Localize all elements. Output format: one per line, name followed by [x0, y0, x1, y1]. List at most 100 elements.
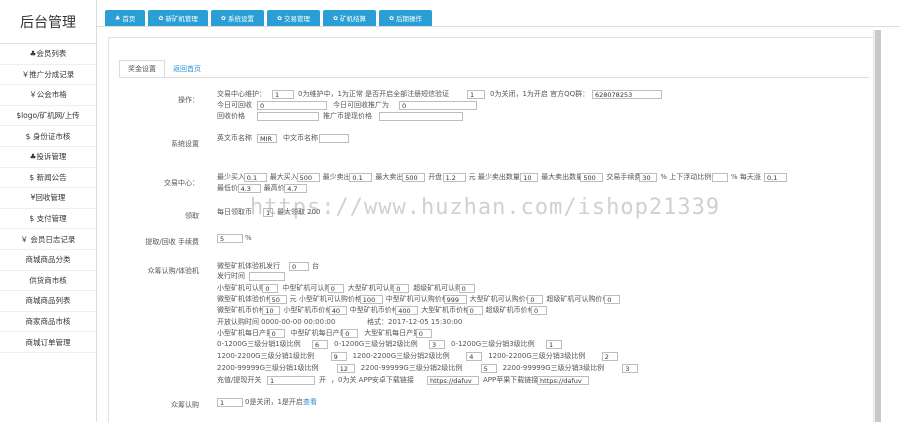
text-input[interactable]: [257, 112, 319, 121]
field-label: 微型矿机体验机发行: [217, 262, 280, 270]
text-input[interactable]: [393, 284, 410, 293]
field-label: 今日可回收: [217, 101, 252, 109]
text-input[interactable]: [531, 306, 547, 315]
text-input[interactable]: [342, 329, 359, 338]
text-input[interactable]: [336, 364, 355, 373]
text-input[interactable]: [402, 173, 426, 182]
nav-tab[interactable]: ♣ 首页: [105, 10, 146, 26]
text-input[interactable]: [257, 101, 327, 110]
section-label: 领取: [185, 212, 199, 220]
text-input[interactable]: [443, 295, 467, 304]
sidebar-item[interactable]: $ 新闻公告: [0, 168, 96, 189]
text-input[interactable]: [319, 134, 349, 143]
field-label: 最大买入: [269, 173, 298, 181]
text-input[interactable]: [296, 173, 320, 182]
text-input[interactable]: [442, 173, 466, 182]
sidebar-item[interactable]: ￥ 会员日志记录: [0, 229, 96, 250]
field-label: 开: [319, 376, 326, 384]
tab-back-home[interactable]: 返回首页: [165, 60, 209, 78]
scrollbar-thumb[interactable]: [875, 30, 881, 422]
text-input[interactable]: [764, 173, 787, 182]
nav-tab[interactable]: ✿ 新矿机管理: [148, 10, 208, 26]
sidebar-item[interactable]: ￥推广分成记录: [0, 65, 96, 86]
text-input[interactable]: [263, 208, 273, 217]
text-input[interactable]: [458, 284, 475, 293]
text-input[interactable]: [399, 101, 477, 110]
text-input[interactable]: [284, 184, 308, 193]
view-link[interactable]: 查看: [303, 398, 317, 407]
sidebar-item[interactable]: 商城订单管理: [0, 332, 96, 353]
nav-tab[interactable]: ✿ 系统设置: [210, 10, 264, 26]
text-input[interactable]: [379, 112, 463, 121]
text-input[interactable]: [330, 352, 347, 361]
field-label: 0是关闭，1是开启: [245, 398, 303, 406]
nav-tab-label: 首页: [122, 15, 136, 23]
text-input[interactable]: [480, 364, 497, 373]
sub-tabs: 奖金设置 返回首页: [119, 60, 209, 78]
text-input[interactable]: [427, 376, 479, 385]
nav-tab-icon: ✿: [332, 14, 339, 22]
sidebar-item[interactable]: $ 身份证市核: [0, 126, 96, 147]
nav-tab[interactable]: ✿ 矿机结算: [322, 10, 377, 26]
text-input[interactable]: [359, 295, 383, 304]
text-input[interactable]: [257, 134, 277, 143]
text-input[interactable]: [243, 173, 267, 182]
text-input[interactable]: [262, 306, 281, 315]
text-input[interactable]: [328, 306, 347, 315]
text-input[interactable]: [712, 173, 728, 182]
field-label: 回收价格: [217, 112, 245, 120]
text-input[interactable]: [272, 90, 294, 99]
text-input[interactable]: [262, 284, 279, 293]
field-label: 中型矿机币价格: [349, 306, 399, 314]
text-input[interactable]: [415, 329, 432, 338]
text-input[interactable]: [466, 352, 483, 361]
text-input[interactable]: [429, 340, 445, 349]
nav-tab[interactable]: ✿ 后期操作: [379, 10, 433, 26]
text-input[interactable]: [268, 329, 285, 338]
scrollbar[interactable]: [873, 30, 881, 422]
text-input[interactable]: [312, 340, 328, 349]
text-input[interactable]: [604, 295, 621, 304]
sidebar-item[interactable]: ♣会员列表: [0, 44, 96, 65]
field-value: 200: [307, 208, 321, 216]
nav-tab[interactable]: ✿ 交易管理: [266, 10, 320, 26]
text-input[interactable]: [327, 284, 344, 293]
text-input[interactable]: [217, 398, 243, 407]
text-input[interactable]: [268, 295, 287, 304]
text-input[interactable]: [622, 364, 639, 373]
text-input[interactable]: [467, 90, 485, 99]
sidebar-item[interactable]: $ 支付管理: [0, 209, 96, 230]
field-label: 最少买入: [217, 173, 245, 181]
text-input[interactable]: [267, 376, 315, 385]
text-input[interactable]: [601, 352, 618, 361]
text-input[interactable]: [580, 173, 604, 182]
field-label: 超级矿机可认购价格: [546, 295, 610, 303]
text-input[interactable]: [537, 376, 589, 385]
section-label: 交易中心：: [164, 179, 199, 187]
text-input[interactable]: [639, 173, 658, 182]
nav-tab-icon: ✿: [389, 14, 395, 22]
text-input[interactable]: [546, 340, 562, 349]
field-label: 开放认购时间: [217, 318, 259, 326]
sidebar-item[interactable]: 商城商品分类: [0, 250, 96, 271]
text-input[interactable]: [466, 306, 483, 315]
text-input[interactable]: [217, 234, 243, 243]
section-label: 众筹认购/体验机: [147, 267, 199, 275]
sidebar-item[interactable]: ♣投诉管理: [0, 147, 96, 168]
text-input[interactable]: [237, 184, 261, 193]
sidebar-item[interactable]: 商家商品市核: [0, 312, 96, 333]
sidebar-item[interactable]: 商城商品列表: [0, 291, 96, 312]
sidebar-item[interactable]: 供货商市核: [0, 271, 96, 292]
text-input[interactable]: [520, 173, 539, 182]
sidebar-item[interactable]: ¥回收管理: [0, 188, 96, 209]
nav-tab-icon: ✿: [220, 14, 226, 22]
text-input[interactable]: [289, 262, 309, 271]
sidebar-item[interactable]: ￥公会市格: [0, 85, 96, 106]
text-input[interactable]: [527, 295, 544, 304]
text-input[interactable]: [592, 90, 662, 99]
tab-bonus-settings[interactable]: 奖金设置: [119, 60, 165, 78]
text-input[interactable]: [349, 173, 373, 182]
text-input[interactable]: [395, 306, 419, 315]
sidebar-item[interactable]: $logo/矿机网/上传: [0, 106, 96, 127]
text-input[interactable]: [249, 272, 285, 281]
